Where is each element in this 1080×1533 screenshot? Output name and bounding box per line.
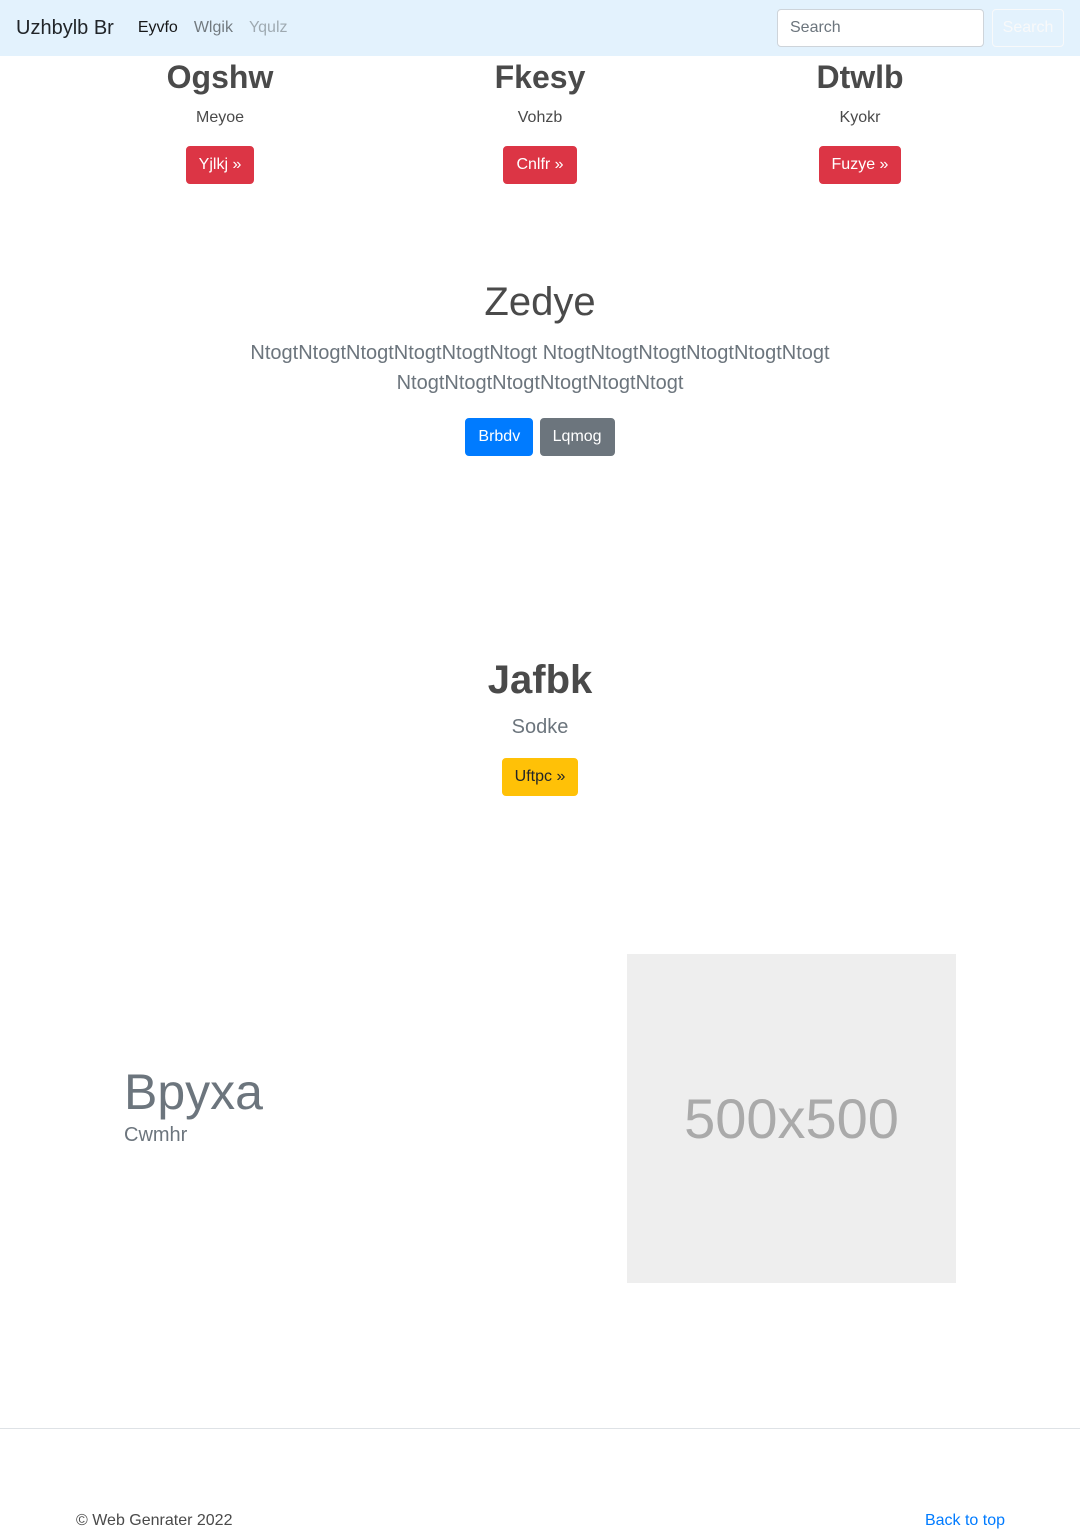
search-input[interactable] bbox=[777, 9, 984, 47]
feature-title: Dtwlb bbox=[816, 59, 904, 95]
nav-link-eyvfo[interactable]: Eyvfo bbox=[138, 19, 178, 37]
feature-centered-button[interactable]: Uftpc » bbox=[501, 758, 579, 796]
feature-button-2[interactable]: Cnlfr » bbox=[503, 146, 577, 184]
footer-copyright: © Web Genrater 2022 bbox=[76, 1512, 233, 1529]
secondary-button[interactable]: Lqmog bbox=[539, 418, 615, 456]
nav-link-wlgik[interactable]: Wlgik bbox=[194, 19, 233, 37]
feature-centered: Jafbk Sodke Uftpc » bbox=[0, 654, 1080, 796]
feature-centered-title: Jafbk bbox=[487, 658, 593, 702]
nav-link-yqulz: Yqulz bbox=[248, 19, 288, 36]
footer-divider bbox=[0, 1428, 1080, 1429]
back-to-top-link[interactable]: Back to top bbox=[925, 1512, 1005, 1530]
search-form: Search bbox=[777, 9, 1064, 47]
search-button[interactable]: Search bbox=[992, 9, 1064, 47]
jumbotron: Zedye NtogtNtogtNtogtNtogtNtogtNtogt Nto… bbox=[0, 278, 1080, 456]
jumbotron-title: Zedye bbox=[484, 280, 596, 324]
feature-column-1: Ogshw Meyoe Yjlkj » bbox=[70, 58, 370, 184]
placeholder-image-label: 500x500 bbox=[684, 1087, 899, 1150]
navbar-brand[interactable]: Uzhbylb Br bbox=[16, 17, 114, 40]
feature-column-2: Fkesy Vohzb Cnlfr » bbox=[390, 58, 690, 184]
feature-column-3: Dtwlb Kyokr Fuzye » bbox=[710, 58, 1010, 184]
primary-button[interactable]: Brbdv bbox=[465, 418, 534, 456]
feature-title: Ogshw bbox=[166, 59, 274, 95]
hero-text: Bpyxa Cwmhr bbox=[124, 1062, 263, 1148]
hero-subtitle: Cwmhr bbox=[124, 1124, 188, 1146]
jumbotron-lead: NtogtNtogtNtogtNtogtNtogtNtogt NtogtNtog… bbox=[250, 342, 830, 394]
placeholder-image: 500x500 bbox=[627, 954, 956, 1283]
feature-text: Vohzb bbox=[517, 109, 563, 126]
feature-title: Fkesy bbox=[494, 59, 586, 95]
feature-centered-text: Sodke bbox=[511, 716, 569, 738]
feature-button-1[interactable]: Yjlkj » bbox=[185, 146, 255, 184]
feature-text: Meyoe bbox=[195, 109, 245, 126]
navbar: Uzhbylb Br Eyvfo Wlgik Yqulz Search bbox=[0, 0, 1080, 56]
hero-title: Bpyxa bbox=[124, 1064, 263, 1120]
feature-text: Kyokr bbox=[839, 109, 881, 126]
feature-button-3[interactable]: Fuzye » bbox=[818, 146, 902, 184]
